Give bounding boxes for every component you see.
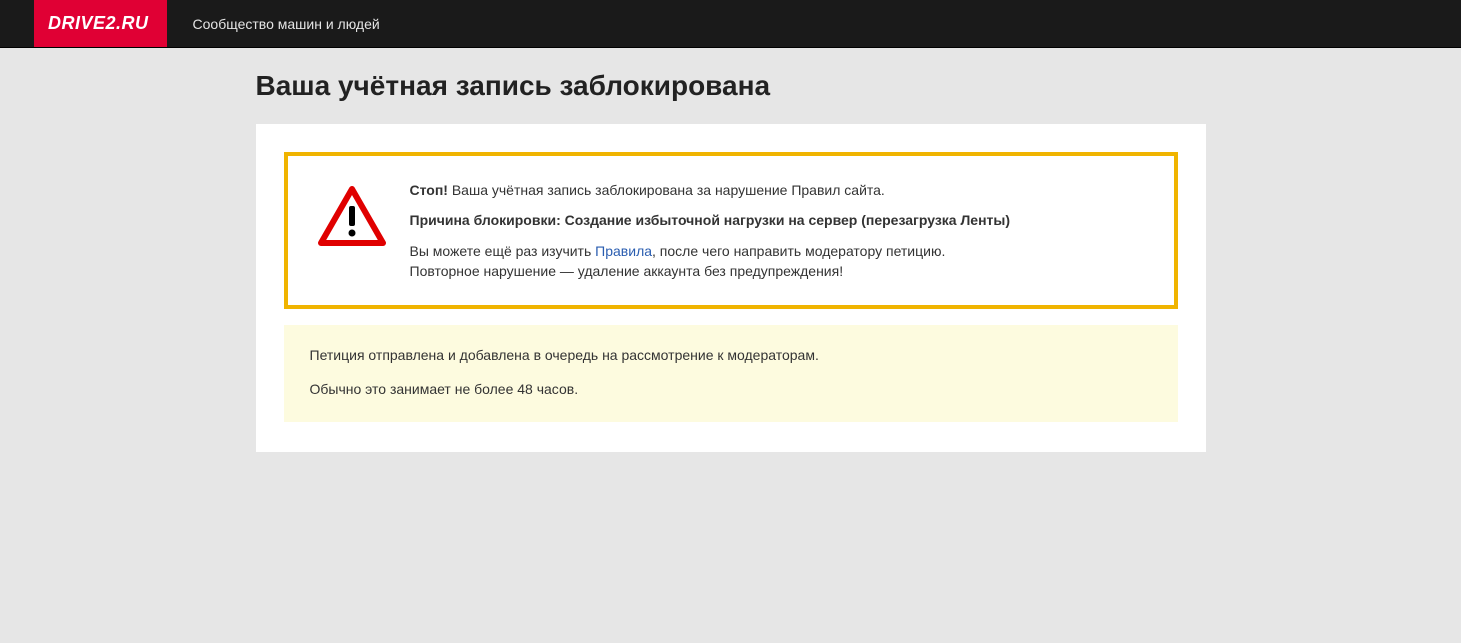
- info-line-2: Обычно это занимает не более 48 часов.: [310, 379, 1152, 399]
- stop-text: Ваша учётная запись заблокирована за нар…: [448, 182, 885, 198]
- page-title: Ваша учётная запись заблокирована: [256, 70, 1206, 102]
- stop-label: Стоп!: [410, 182, 448, 198]
- page-content: Ваша учётная запись заблокирована Стоп! …: [256, 48, 1206, 452]
- warning-icon: [312, 180, 386, 251]
- info-line-1: Петиция отправлена и добавлена в очередь…: [310, 345, 1152, 365]
- warning-line: Повторное нарушение — удаление аккаунта …: [410, 263, 844, 279]
- alert-rules-line: Вы можете ещё раз изучить Правила, после…: [410, 241, 1150, 282]
- alert-reason-line: Причина блокировки: Создание избыточной …: [410, 210, 1150, 230]
- reason-label: Причина блокировки: Создание избыточной …: [410, 212, 1011, 228]
- block-alert: Стоп! Ваша учётная запись заблокирована …: [284, 152, 1178, 309]
- alert-text: Стоп! Ваша учётная запись заблокирована …: [410, 180, 1150, 281]
- rules-post: , после чего направить модератору петици…: [652, 243, 945, 259]
- petition-info: Петиция отправлена и добавлена в очередь…: [284, 325, 1178, 422]
- alert-stop-line: Стоп! Ваша учётная запись заблокирована …: [410, 180, 1150, 200]
- site-tagline: Сообщество машин и людей: [167, 0, 380, 47]
- site-header: DRIVE2.RU Сообщество машин и людей: [0, 0, 1461, 48]
- site-logo[interactable]: DRIVE2.RU: [34, 0, 167, 47]
- rules-link[interactable]: Правила: [595, 243, 652, 259]
- rules-pre: Вы можете ещё раз изучить: [410, 243, 596, 259]
- content-card: Стоп! Ваша учётная запись заблокирована …: [256, 124, 1206, 452]
